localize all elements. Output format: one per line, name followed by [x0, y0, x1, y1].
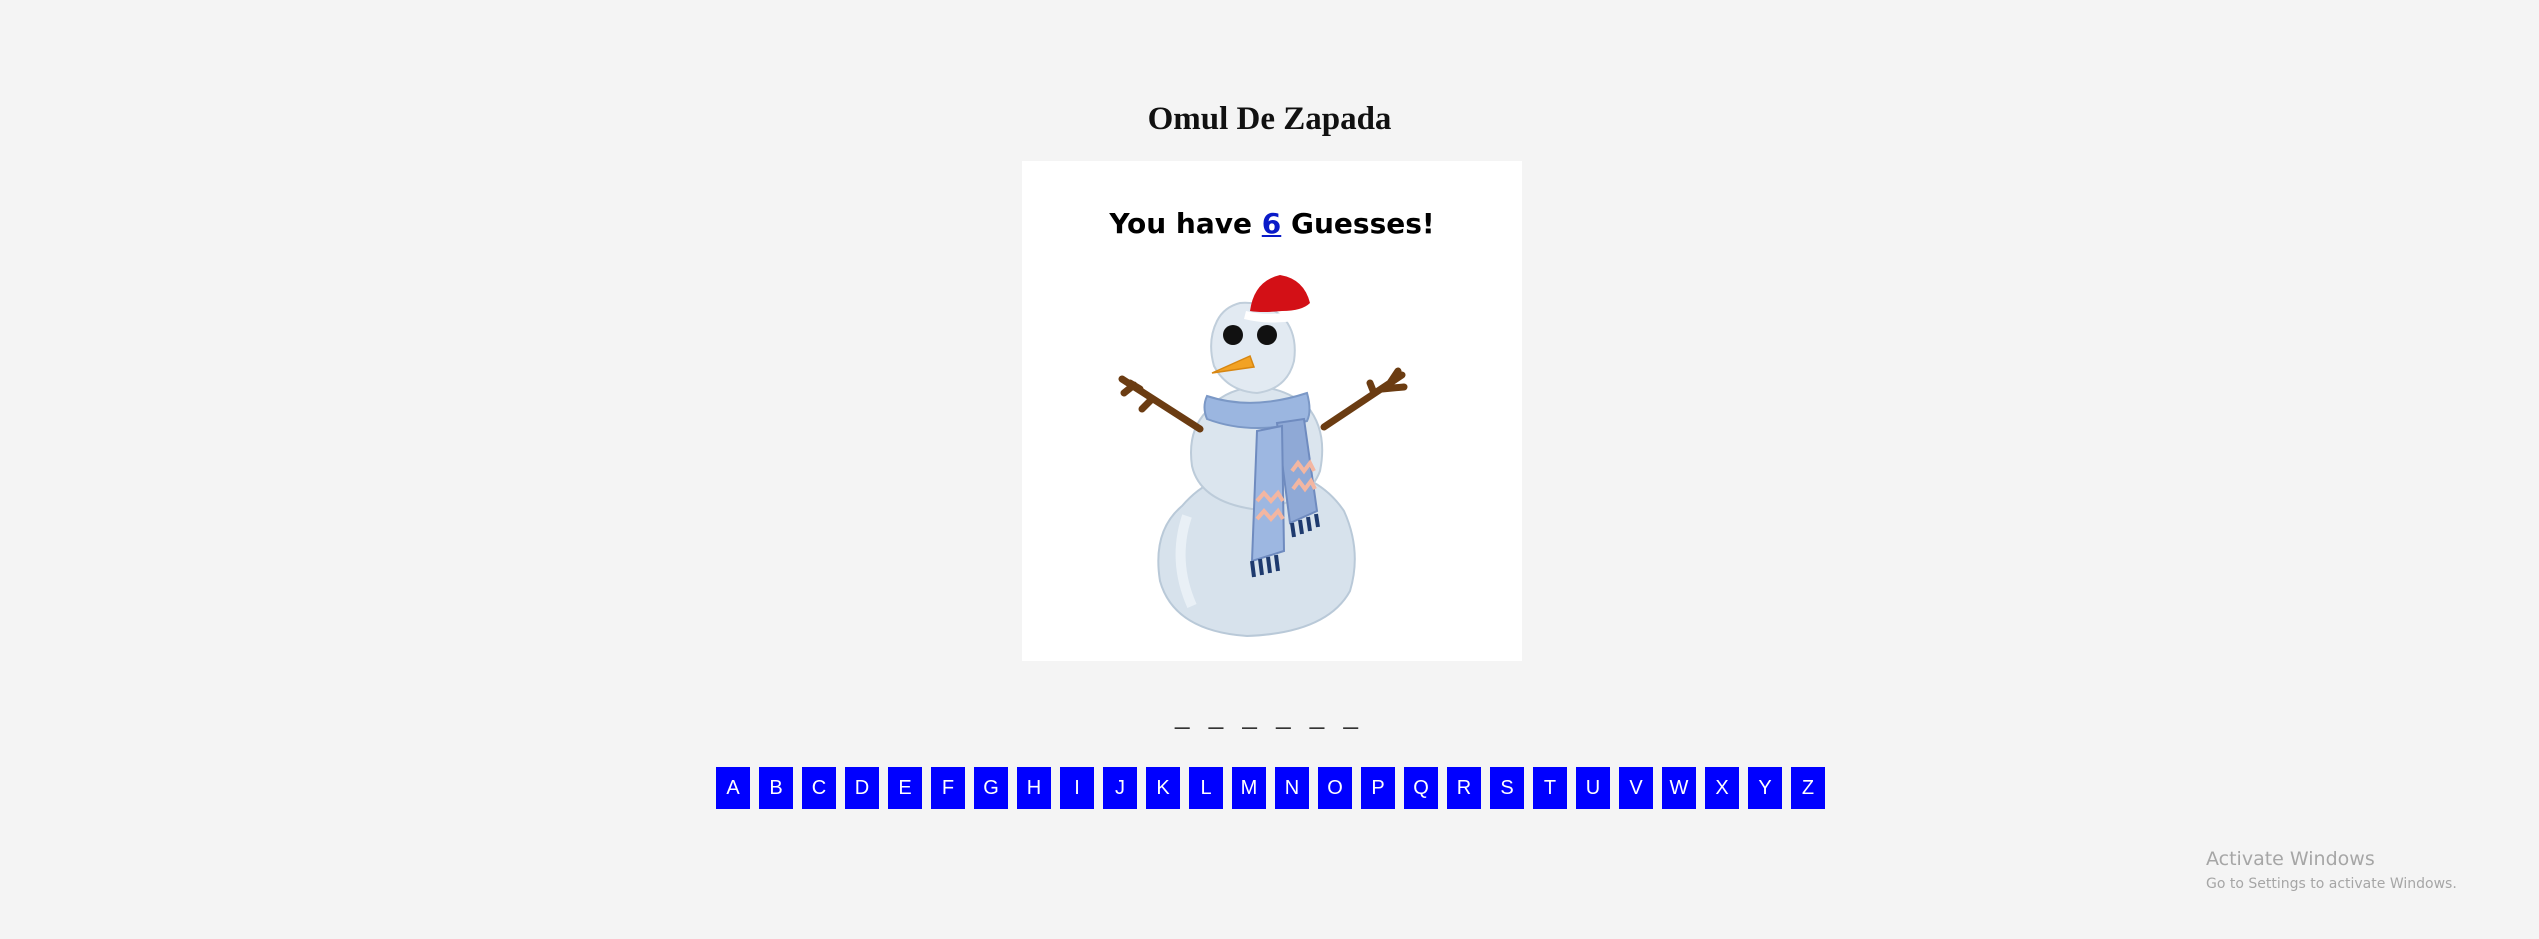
letter-button-j[interactable]: J: [1103, 767, 1137, 809]
right-eye: [1257, 325, 1277, 345]
letter-button-u[interactable]: U: [1576, 767, 1610, 809]
left-arm: [1118, 375, 1204, 433]
watermark-title: Activate Windows: [2206, 848, 2375, 870]
guesses-count: 6: [1261, 207, 1282, 240]
letter-button-v[interactable]: V: [1619, 767, 1653, 809]
game-card: You have 6 Guesses!: [1022, 161, 1522, 661]
letter-button-r[interactable]: R: [1447, 767, 1481, 809]
letter-button-q[interactable]: Q: [1404, 767, 1438, 809]
letter-button-i[interactable]: I: [1060, 767, 1094, 809]
santa-hat: [1250, 275, 1310, 312]
letter-button-z[interactable]: Z: [1791, 767, 1825, 809]
letter-button-g[interactable]: G: [974, 767, 1008, 809]
letter-button-p[interactable]: P: [1361, 767, 1395, 809]
left-eye: [1223, 325, 1243, 345]
letter-button-o[interactable]: O: [1318, 767, 1352, 809]
letter-button-y[interactable]: Y: [1748, 767, 1782, 809]
letter-button-d[interactable]: D: [845, 767, 879, 809]
word-blanks: _ _ _ _ _ _: [1175, 700, 1364, 730]
letter-button-n[interactable]: N: [1275, 767, 1309, 809]
guesses-suffix: Guesses!: [1291, 207, 1435, 240]
activate-windows-watermark: Activate Windows Go to Settings to activ…: [2206, 848, 2457, 892]
letter-button-k[interactable]: K: [1146, 767, 1180, 809]
guesses-remaining: You have 6 Guesses!: [1022, 207, 1522, 240]
letter-button-f[interactable]: F: [931, 767, 965, 809]
watermark-subtitle: Go to Settings to activate Windows.: [2206, 876, 2457, 892]
letter-button-m[interactable]: M: [1232, 767, 1266, 809]
letter-button-b[interactable]: B: [759, 767, 793, 809]
snowman-image: [1118, 275, 1408, 638]
letter-button-h[interactable]: H: [1017, 767, 1051, 809]
letter-button-x[interactable]: X: [1705, 767, 1739, 809]
guesses-prefix: You have: [1109, 207, 1253, 240]
letter-button-t[interactable]: T: [1533, 767, 1567, 809]
letter-button-a[interactable]: A: [716, 767, 750, 809]
letter-button-c[interactable]: C: [802, 767, 836, 809]
letter-button-e[interactable]: E: [888, 767, 922, 809]
letter-button-s[interactable]: S: [1490, 767, 1524, 809]
letter-button-l[interactable]: L: [1189, 767, 1223, 809]
right-arm: [1320, 367, 1408, 431]
letter-button-w[interactable]: W: [1662, 767, 1696, 809]
page-title: Omul De Zapada: [1147, 101, 1392, 137]
letter-keyboard: ABCDEFGHIJKLMNOPQRSTUVWXYZ: [716, 767, 1825, 809]
